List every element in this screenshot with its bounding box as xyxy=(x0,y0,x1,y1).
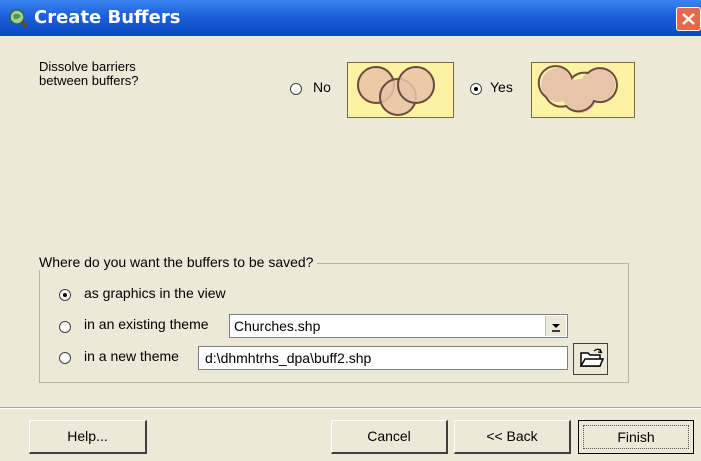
save-new-theme-label[interactable]: in a new theme xyxy=(84,348,179,364)
save-location-legend: Where do you want the buffers to be save… xyxy=(39,254,318,270)
save-existing-theme-label[interactable]: in an existing theme xyxy=(84,316,209,332)
help-button[interactable]: Help... xyxy=(29,420,147,454)
title-bar[interactable]: Create Buffers xyxy=(0,0,701,36)
buffers-dissolved-preview xyxy=(531,62,635,118)
button-row-separator xyxy=(0,407,701,409)
close-button[interactable] xyxy=(676,7,701,31)
buffers-not-dissolved-preview xyxy=(347,62,454,118)
dissolve-yes-label[interactable]: Yes xyxy=(490,79,513,95)
browse-button[interactable] xyxy=(573,343,608,375)
finish-button[interactable]: Finish xyxy=(578,420,694,454)
dissolve-no-radio[interactable] xyxy=(290,83,302,95)
new-theme-path-input[interactable]: d:\dhmhtrhs_dpa\buff2.shp xyxy=(198,346,568,370)
cancel-button[interactable]: Cancel xyxy=(331,420,448,454)
save-new-theme-radio[interactable] xyxy=(59,352,71,364)
existing-theme-select[interactable]: Churches.shp xyxy=(229,314,568,338)
back-button[interactable]: << Back xyxy=(454,420,571,454)
close-icon xyxy=(682,13,695,25)
app-icon xyxy=(8,8,29,29)
save-existing-theme-radio[interactable] xyxy=(59,321,71,333)
new-theme-path-value: d:\dhmhtrhs_dpa\buff2.shp xyxy=(205,350,372,366)
finish-button-label: Finish xyxy=(583,425,689,449)
dissolve-no-label[interactable]: No xyxy=(313,79,331,95)
window-title: Create Buffers xyxy=(34,7,181,28)
chevron-down-icon[interactable] xyxy=(545,316,566,336)
open-folder-icon xyxy=(579,348,605,367)
existing-theme-value: Churches.shp xyxy=(234,318,321,334)
save-graphics-radio[interactable] xyxy=(59,289,71,301)
dissolve-yes-radio[interactable] xyxy=(470,83,482,95)
dissolve-question-line1: Dissolve barriers xyxy=(39,59,136,74)
dissolve-question: Dissolve barriers between buffers? xyxy=(39,60,139,88)
create-buffers-dialog: Create Buffers Dissolve barriers between… xyxy=(0,0,701,461)
save-graphics-label[interactable]: as graphics in the view xyxy=(84,285,226,301)
dissolve-question-line2: between buffers? xyxy=(39,73,139,88)
